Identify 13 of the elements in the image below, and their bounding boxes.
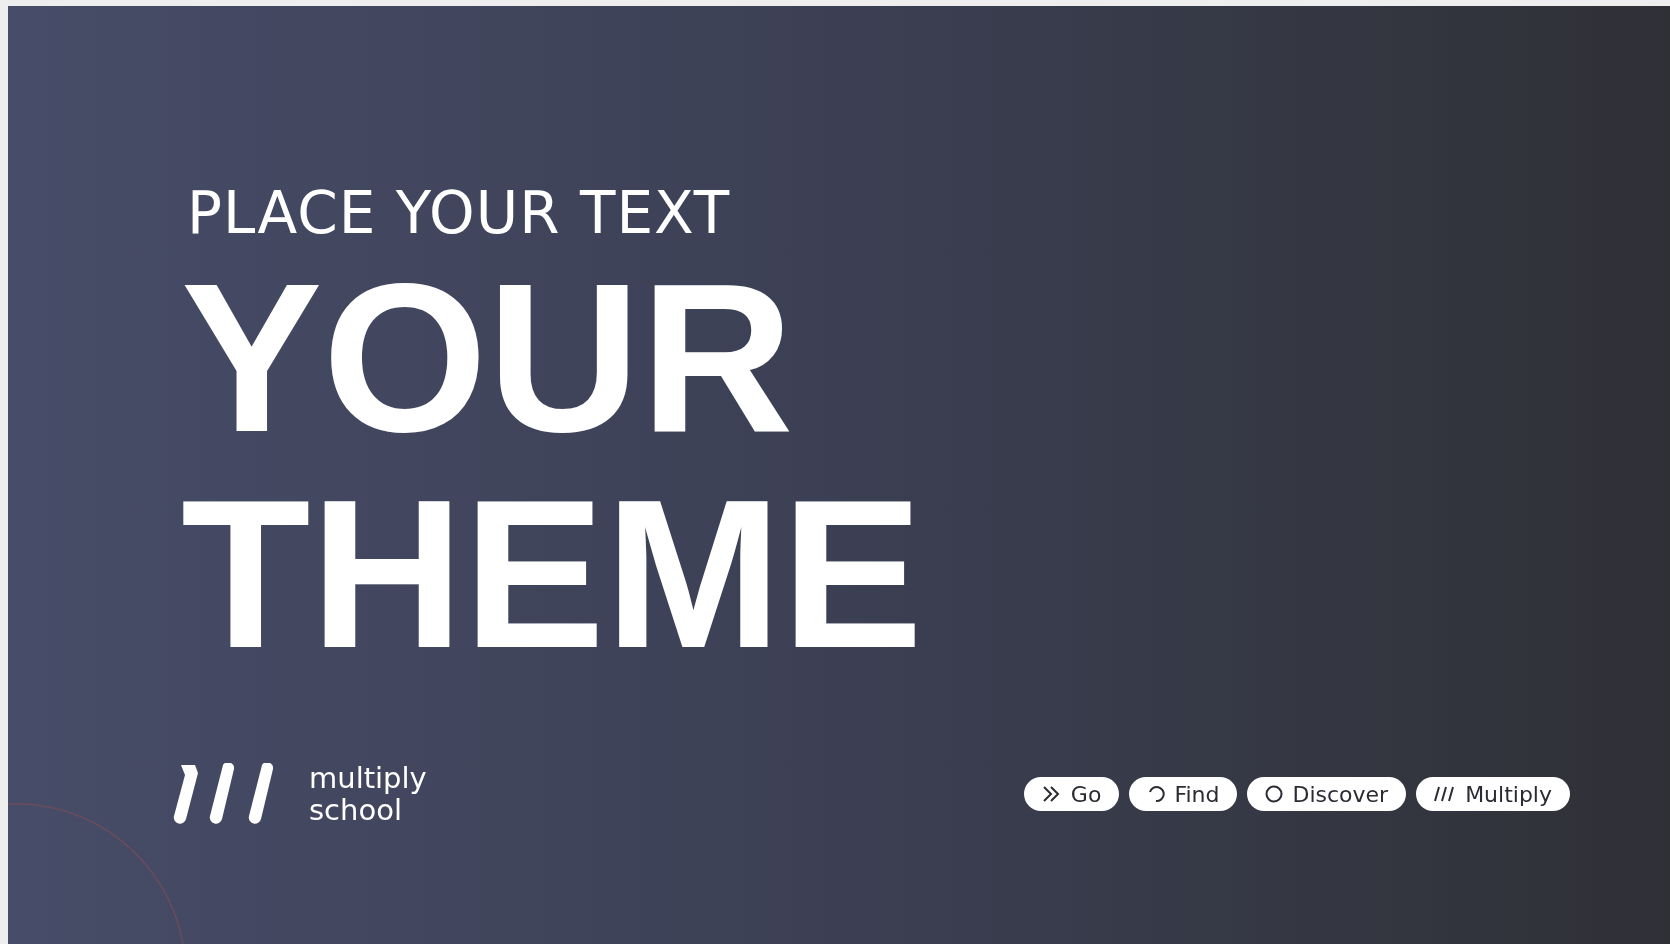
- arc-icon: [1147, 785, 1166, 803]
- slide-title: YOUR: [181, 258, 795, 458]
- slashes-icon: [1434, 785, 1457, 803]
- slide-title: THEME: [181, 474, 924, 674]
- tag-label: Find: [1174, 781, 1220, 807]
- tag-label: Go: [1070, 781, 1102, 807]
- circle-icon: [1265, 785, 1284, 803]
- tag-label: Discover: [1292, 781, 1389, 807]
- logo-text: school: [309, 794, 402, 826]
- double-chevron-icon: [1041, 785, 1062, 803]
- slide-kicker: PLACE YOUR TEXT: [187, 184, 732, 242]
- tag-label: Multiply: [1465, 781, 1552, 807]
- logo-text: multiply: [309, 762, 427, 794]
